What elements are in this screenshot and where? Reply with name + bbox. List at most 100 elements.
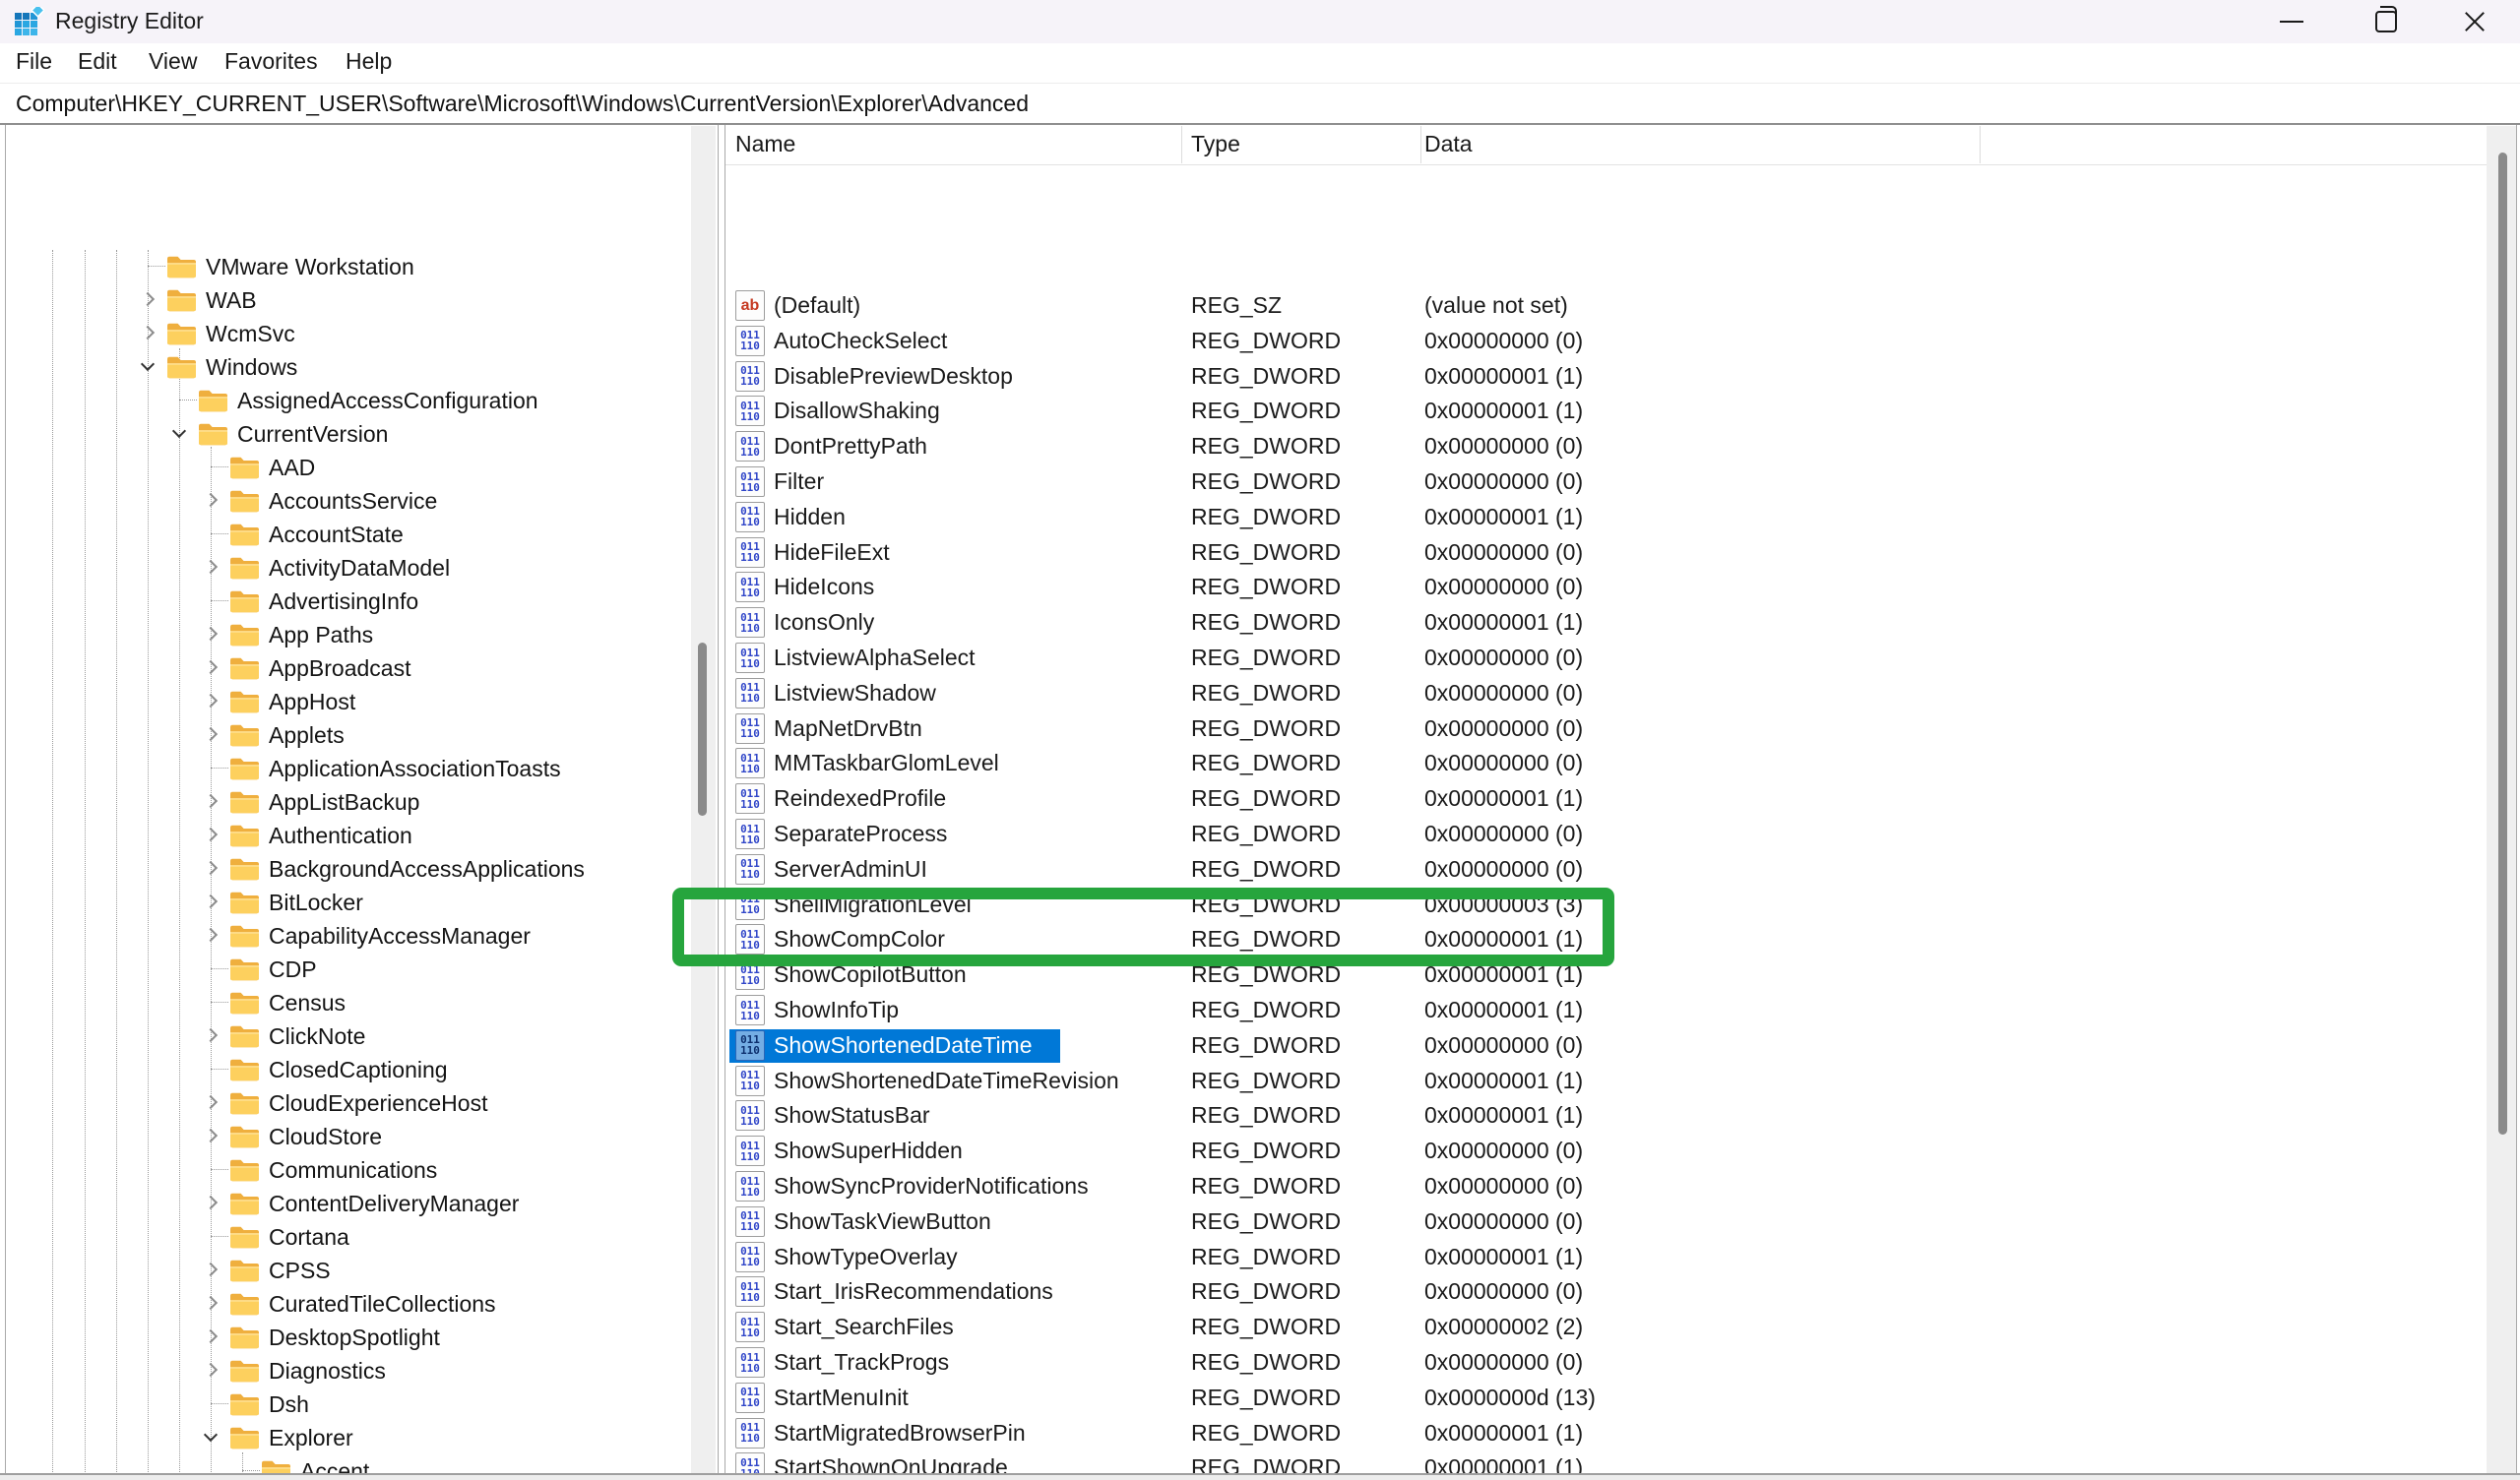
tree-item-label-group[interactable]: ClickNote xyxy=(224,1020,375,1052)
tree-item-label-group[interactable]: Explorer xyxy=(224,1422,363,1453)
tree-scrollbar-thumb[interactable] xyxy=(698,643,707,816)
tree-item-accountstate[interactable]: AccountState xyxy=(6,518,715,551)
registry-value-row-start-irisrecommendations[interactable]: 011 110 Start_IrisRecommendations REG_DWORD… xyxy=(725,1274,2487,1310)
tree-item-label-group[interactable]: ClosedCaptioning xyxy=(224,1054,458,1085)
registry-value-row-reindexedprofile[interactable]: 011 110 ReindexedProfile REG_DWORD 0x0000000… xyxy=(725,781,2487,817)
tree-item-label-group[interactable]: AppListBackup xyxy=(224,786,429,818)
registry-value-row-showstatusbar[interactable]: 011 110 ShowStatusBar REG_DWORD 0x00000001 (… xyxy=(725,1098,2487,1134)
tree-item-apphost[interactable]: AppHost xyxy=(6,685,715,718)
tree-item-label-group[interactable]: BitLocker xyxy=(224,887,373,918)
tree-item-desktopspotlight[interactable]: DesktopSpotlight xyxy=(6,1321,715,1354)
registry-value-row-showcompcolor[interactable]: 011 110 ShowCompColor REG_DWORD 0x00000001 (… xyxy=(725,922,2487,957)
menu-item-view[interactable]: View xyxy=(149,48,197,75)
restore-button[interactable] xyxy=(2355,0,2418,43)
registry-value-row-start-trackprogs[interactable]: 011 110 Start_TrackProgs REG_DWORD 0x0000000… xyxy=(725,1345,2487,1381)
registry-value-row-startmigratedbrowserpin[interactable]: 011 110 StartMigratedBrowserPin REG_DWORD 0x… xyxy=(725,1416,2487,1451)
tree-item-label-group[interactable]: Dsh xyxy=(224,1388,319,1420)
tree-item-accent[interactable]: Accent xyxy=(6,1454,715,1475)
tree-item-aad[interactable]: AAD xyxy=(6,451,715,484)
tree-item-applicationassociationtoasts[interactable]: ApplicationAssociationToasts xyxy=(6,752,715,785)
chevron-right-icon[interactable] xyxy=(140,325,156,340)
tree-item-dsh[interactable]: Dsh xyxy=(6,1388,715,1421)
tree-item-label-group[interactable]: AppHost xyxy=(224,686,365,717)
column-divider[interactable] xyxy=(1181,126,1182,163)
tree-item-app-paths[interactable]: App Paths xyxy=(6,618,715,651)
tree-item-accountsservice[interactable]: AccountsService xyxy=(6,484,715,518)
tree-item-windows[interactable]: Windows xyxy=(6,350,715,384)
registry-value-row-showtypeoverlay[interactable]: 011 110 ShowTypeOverlay REG_DWORD 0x00000001… xyxy=(725,1240,2487,1275)
tree-item-curatedtilecollections[interactable]: CuratedTileCollections xyxy=(6,1287,715,1321)
registry-value-row-showshorteneddatetimerevision[interactable]: 011 110 ShowShortenedDateTimeRevision REG_D… xyxy=(725,1064,2487,1099)
chevron-right-icon[interactable] xyxy=(203,492,219,508)
tree-item-advertisinginfo[interactable]: AdvertisingInfo xyxy=(6,585,715,618)
registry-value-row-mapnetdrvbtn[interactable]: 011 110 MapNetDrvBtn REG_DWORD 0x00000000 (0… xyxy=(725,711,2487,747)
tree-item-communications[interactable]: Communications xyxy=(6,1153,715,1187)
menu-item-file[interactable]: File xyxy=(16,48,52,75)
chevron-right-icon[interactable] xyxy=(203,1328,219,1344)
chevron-down-icon[interactable] xyxy=(203,1427,219,1443)
registry-value-row-showtaskviewbutton[interactable]: 011 110 ShowTaskViewButton REG_DWORD 0x00000… xyxy=(725,1204,2487,1240)
tree-item-vmware-workstation[interactable]: VMware Workstation xyxy=(6,250,715,283)
tree-item-label-group[interactable]: WcmSvc xyxy=(161,318,305,349)
registry-value-row-showinfotip[interactable]: 011 110 ShowInfoTip REG_DWORD 0x00000001 (1) xyxy=(725,993,2487,1028)
tree-item-label-group[interactable]: CloudExperienceHost xyxy=(224,1087,497,1119)
tree-item-label-group[interactable]: CurrentVersion xyxy=(193,418,398,450)
tree-item-label-group[interactable]: CDP xyxy=(224,954,327,985)
chevron-right-icon[interactable] xyxy=(203,559,219,575)
chevron-right-icon[interactable] xyxy=(203,894,219,909)
registry-value-row-default[interactable]: ab (Default) REG_SZ (value not set) xyxy=(725,288,2487,324)
list-scrollbar-thumb[interactable] xyxy=(2498,153,2507,1135)
registry-value-row-startmenuinit[interactable]: 011 110 StartMenuInit REG_DWORD 0x0000000d (… xyxy=(725,1381,2487,1416)
tree-item-activitydatamodel[interactable]: ActivityDataModel xyxy=(6,551,715,585)
registry-value-row-disallowshaking[interactable]: 011 110 DisallowShaking REG_DWORD 0x00000001… xyxy=(725,394,2487,429)
tree-item-label-group[interactable]: Windows xyxy=(161,351,307,383)
chevron-right-icon[interactable] xyxy=(203,793,219,809)
column-divider[interactable] xyxy=(1420,126,1421,163)
column-header-data[interactable]: Data xyxy=(1424,131,1473,157)
tree-item-contentdeliverymanager[interactable]: ContentDeliveryManager xyxy=(6,1187,715,1220)
chevron-right-icon[interactable] xyxy=(203,1262,219,1277)
tree-item-label-group[interactable]: Communications xyxy=(224,1154,447,1186)
address-bar[interactable]: Computer\HKEY_CURRENT_USER\Software\Micr… xyxy=(0,83,2520,125)
tree-item-wab[interactable]: WAB xyxy=(6,283,715,317)
chevron-right-icon[interactable] xyxy=(203,1128,219,1143)
panel-splitter[interactable] xyxy=(718,125,725,1475)
registry-value-row-mmtaskbarglomlevel[interactable]: 011 110 MMTaskbarGlomLevel REG_DWORD 0x00000… xyxy=(725,746,2487,781)
tree-item-census[interactable]: Census xyxy=(6,986,715,1019)
registry-value-row-listviewshadow[interactable]: 011 110 ListviewShadow REG_DWORD 0x00000000 … xyxy=(725,676,2487,711)
tree-item-label-group[interactable]: Authentication xyxy=(224,820,422,851)
chevron-right-icon[interactable] xyxy=(203,860,219,876)
chevron-right-icon[interactable] xyxy=(203,1027,219,1043)
registry-value-row-dontprettypath[interactable]: 011 110 DontPrettyPath REG_DWORD 0x00000000 … xyxy=(725,429,2487,464)
tree-item-label-group[interactable]: Accent xyxy=(256,1455,379,1475)
tree-item-cortana[interactable]: Cortana xyxy=(6,1220,715,1254)
tree-item-currentversion[interactable]: CurrentVersion xyxy=(6,417,715,451)
column-header-type[interactable]: Type xyxy=(1191,131,1240,157)
tree-item-clicknote[interactable]: ClickNote xyxy=(6,1019,715,1053)
tree-item-label-group[interactable]: AdvertisingInfo xyxy=(224,586,428,617)
registry-value-row-serveradminui[interactable]: 011 110 ServerAdminUI REG_DWORD 0x00000000 (… xyxy=(725,852,2487,888)
tree-item-label-group[interactable]: CuratedTileCollections xyxy=(224,1288,506,1320)
tree-item-label-group[interactable]: BackgroundAccessApplications xyxy=(224,853,595,885)
tree-item-label-group[interactable]: ActivityDataModel xyxy=(224,552,460,584)
chevron-right-icon[interactable] xyxy=(203,927,219,943)
registry-value-row-shellmigrationlevel[interactable]: 011 110 ShellMigrationLevel REG_DWORD 0x0000… xyxy=(725,888,2487,923)
chevron-right-icon[interactable] xyxy=(203,1094,219,1110)
tree-item-authentication[interactable]: Authentication xyxy=(6,819,715,852)
registry-value-row-hideicons[interactable]: 011 110 HideIcons REG_DWORD 0x00000000 (0) xyxy=(725,570,2487,605)
tree-item-label-group[interactable]: WAB xyxy=(161,284,267,316)
tree-item-label-group[interactable]: ContentDeliveryManager xyxy=(224,1188,529,1219)
menu-item-favorites[interactable]: Favorites xyxy=(224,48,318,75)
tree-item-cloudexperiencehost[interactable]: CloudExperienceHost xyxy=(6,1086,715,1120)
tree-item-diagnostics[interactable]: Diagnostics xyxy=(6,1354,715,1388)
registry-value-row-showshorteneddatetime[interactable]: 011 110 ShowShortenedDateTime REG_DWORD 0x00… xyxy=(725,1028,2487,1064)
chevron-right-icon[interactable] xyxy=(140,291,156,307)
tree-item-label-group[interactable]: Cortana xyxy=(224,1221,359,1253)
registry-value-row-showsyncprovidernotifications[interactable]: 011 110 ShowSyncProviderNotifications REG_D… xyxy=(725,1169,2487,1204)
tree-item-cdp[interactable]: CDP xyxy=(6,953,715,986)
chevron-right-icon[interactable] xyxy=(203,1195,219,1210)
chevron-right-icon[interactable] xyxy=(203,827,219,842)
minimize-button[interactable] xyxy=(2260,0,2323,43)
tree-item-label-group[interactable]: Diagnostics xyxy=(224,1355,396,1387)
chevron-right-icon[interactable] xyxy=(203,626,219,642)
